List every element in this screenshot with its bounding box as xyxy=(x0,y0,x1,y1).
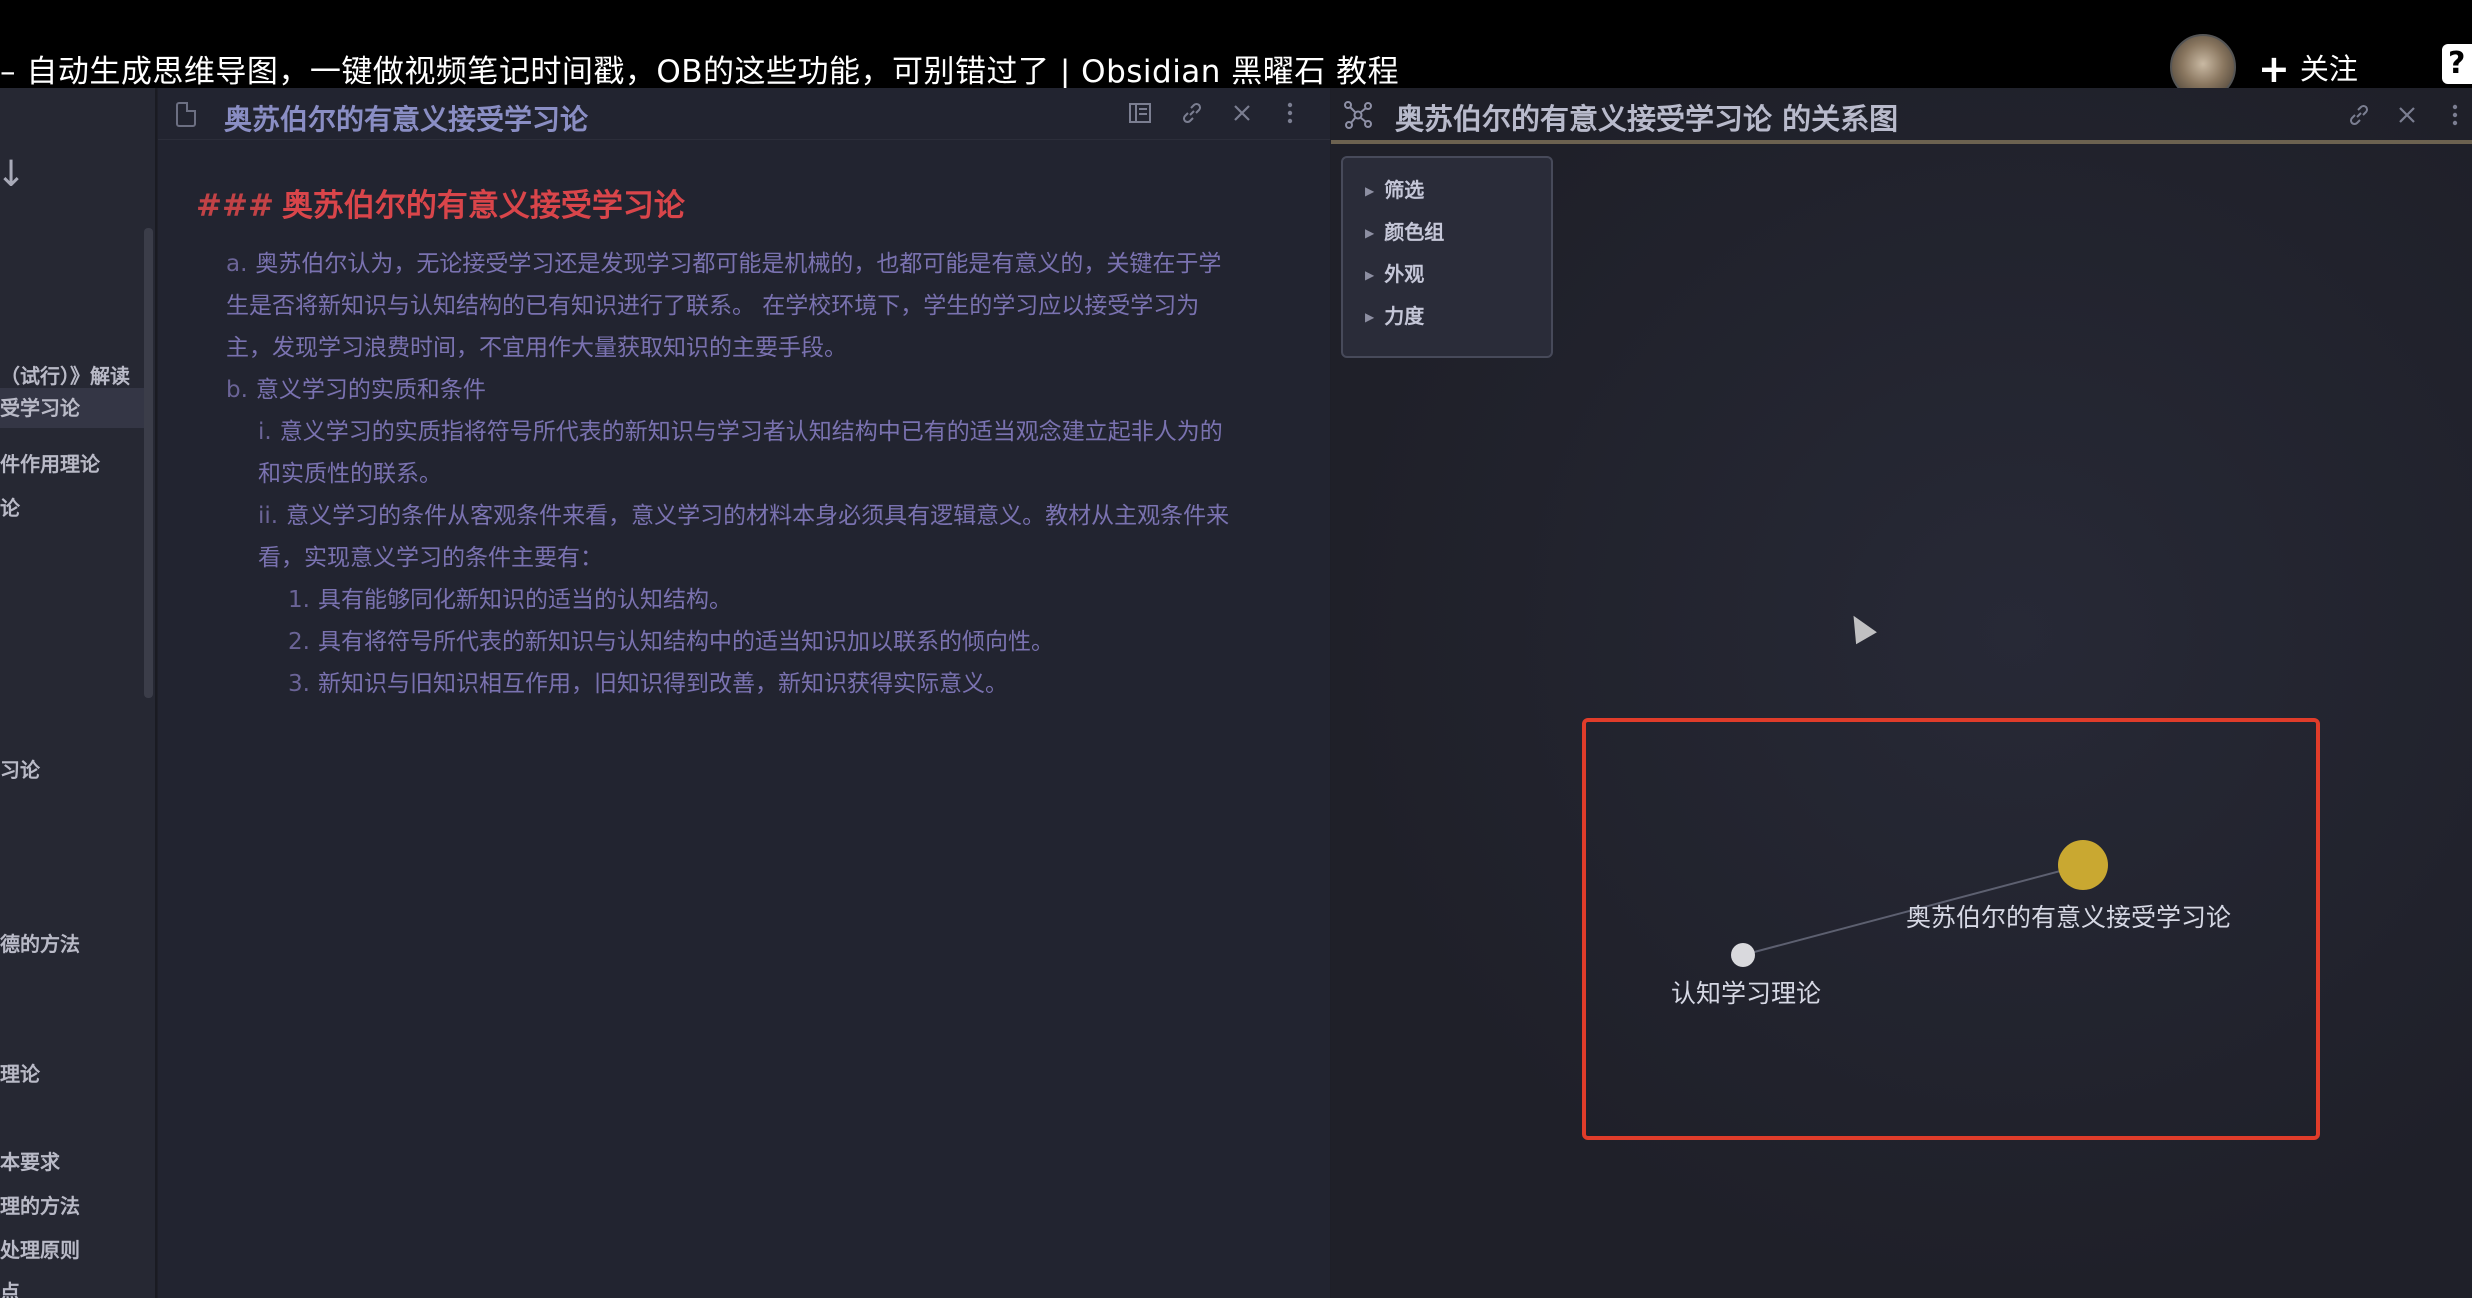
plus-icon: + xyxy=(2258,47,2290,91)
list-marker: 3. xyxy=(288,671,310,697)
file-explorer-sidebar: ↓ （试行）》解读 受学习论 件作用理论 论 习论 德的方法 理论 本要求 理的… xyxy=(0,88,157,1298)
sidebar-item[interactable]: 件作用理论 xyxy=(0,448,100,477)
sidebar-item[interactable]: 习论 xyxy=(0,754,40,783)
list-item: ii. 意义学习的条件从客观条件来看，意义学习的材料本身必须具有逻辑意义。教材从主… xyxy=(196,495,1236,579)
list-item-text: 意义学习的实质和条件 xyxy=(255,377,486,403)
heading-marker: ### xyxy=(196,188,274,224)
link-icon[interactable] xyxy=(1178,100,1206,128)
note-heading: ### 奥苏伯尔的有意义接受学习论 xyxy=(196,180,1296,225)
list-item: 3. 新知识与旧知识相互作用，旧知识得到改善，新知识获得实际意义。 xyxy=(196,663,1296,705)
more-options-icon[interactable] xyxy=(1276,100,1304,128)
graph-view-pane[interactable]: 奥苏伯尔的有意义接受学习论 的关系图 ▶ 筛选 ▶ 颜色组 ▶ 外观 ▶ 力度 奥苏伯尔… xyxy=(1331,88,2472,1298)
follow-label: 关注 xyxy=(2299,52,2358,86)
editor-pane: 奥苏伯尔的有意义接受学习论 ### 奥苏伯尔的有意义接受学习论 a. 奥苏伯尔认为，… xyxy=(158,88,1330,1298)
arrow-down-icon[interactable]: ↓ xyxy=(0,154,26,195)
list-item-text: 具有能够同化新知识的适当的认知结构。 xyxy=(317,587,732,613)
list-item-text: 新知识与旧知识相互作用，旧知识得到改善，新知识获得实际意义。 xyxy=(317,671,1008,697)
sidebar-item[interactable]: 论 xyxy=(0,492,20,521)
sidebar-scrollbar[interactable] xyxy=(144,228,153,698)
list-item: a. 奥苏伯尔认为，无论接受学习还是发现学习都可能是机械的，也都可能是有意义的，关… xyxy=(196,243,1236,369)
list-item-text: 奥苏伯尔认为，无论接受学习还是发现学习都可能是机械的，也都可能是有意义的，关键在… xyxy=(226,251,1222,361)
list-marker: 2. xyxy=(288,629,310,655)
sidebar-item-active[interactable]: 受学习论 xyxy=(0,388,144,428)
help-icon[interactable]: ? xyxy=(2442,44,2472,84)
list-item-text: 意义学习的条件从客观条件来看，意义学习的材料本身必须具有逻辑意义。教材从主观条件… xyxy=(258,503,1230,571)
editor-tab-title[interactable]: 奥苏伯尔的有意义接受学习论 xyxy=(224,98,588,138)
highlight-annotation xyxy=(1582,718,2320,1140)
list-item-text: 意义学习的实质指将符号所代表的新知识与学习者认知结构中已有的适当观念建立起非人为… xyxy=(258,419,1223,487)
follow-button[interactable]: + 关注 xyxy=(2258,46,2358,91)
list-item: 1. 具有能够同化新知识的适当的认知结构。 xyxy=(196,579,1296,621)
close-icon[interactable] xyxy=(1228,100,1256,128)
sidebar-item[interactable]: 理论 xyxy=(0,1058,40,1087)
list-marker: i. xyxy=(258,419,272,445)
list-marker: a. xyxy=(226,251,248,277)
sidebar-item[interactable]: 德的方法 xyxy=(0,928,80,957)
list-marker: ii. xyxy=(258,503,279,529)
heading-text: 奥苏伯尔的有意义接受学习论 xyxy=(281,188,685,224)
list-marker: 1. xyxy=(288,587,310,613)
sidebar-item[interactable]: （试行）》解读 xyxy=(0,360,130,389)
list-item: 2. 具有将符号所代表的新知识与认知结构中的适当知识加以联系的倾向性。 xyxy=(196,621,1296,663)
sidebar-item[interactable]: 点 xyxy=(0,1276,20,1298)
sidebar-item[interactable]: 本要求 xyxy=(0,1146,60,1175)
video-title: – 自动生成思维导图，一键做视频笔记时间戳，OB的这些功能，可别错过了 | Ob… xyxy=(0,54,1400,90)
list-item: i. 意义学习的实质指将符号所代表的新知识与学习者认知结构中已有的适当观念建立起非… xyxy=(196,411,1236,495)
list-item: b. 意义学习的实质和条件 xyxy=(196,369,1296,411)
video-title-bar: – 自动生成思维导图，一键做视频笔记时间戳，OB的这些功能，可别错过了 | Ob… xyxy=(0,0,2472,100)
sidebar-item[interactable]: 理的方法 xyxy=(0,1190,80,1219)
document-icon xyxy=(176,102,196,127)
list-item-text: 具有将符号所代表的新知识与认知结构中的适当知识加以联系的倾向性。 xyxy=(317,629,1054,655)
list-marker: b. xyxy=(226,377,248,403)
editor-header: 奥苏伯尔的有意义接受学习论 xyxy=(158,88,1330,140)
reading-view-icon[interactable] xyxy=(1126,100,1154,128)
sidebar-item[interactable]: 处理原则 xyxy=(0,1234,80,1263)
editor-content[interactable]: ### 奥苏伯尔的有意义接受学习论 a. 奥苏伯尔认为，无论接受学习还是发现学习都可… xyxy=(196,180,1296,705)
